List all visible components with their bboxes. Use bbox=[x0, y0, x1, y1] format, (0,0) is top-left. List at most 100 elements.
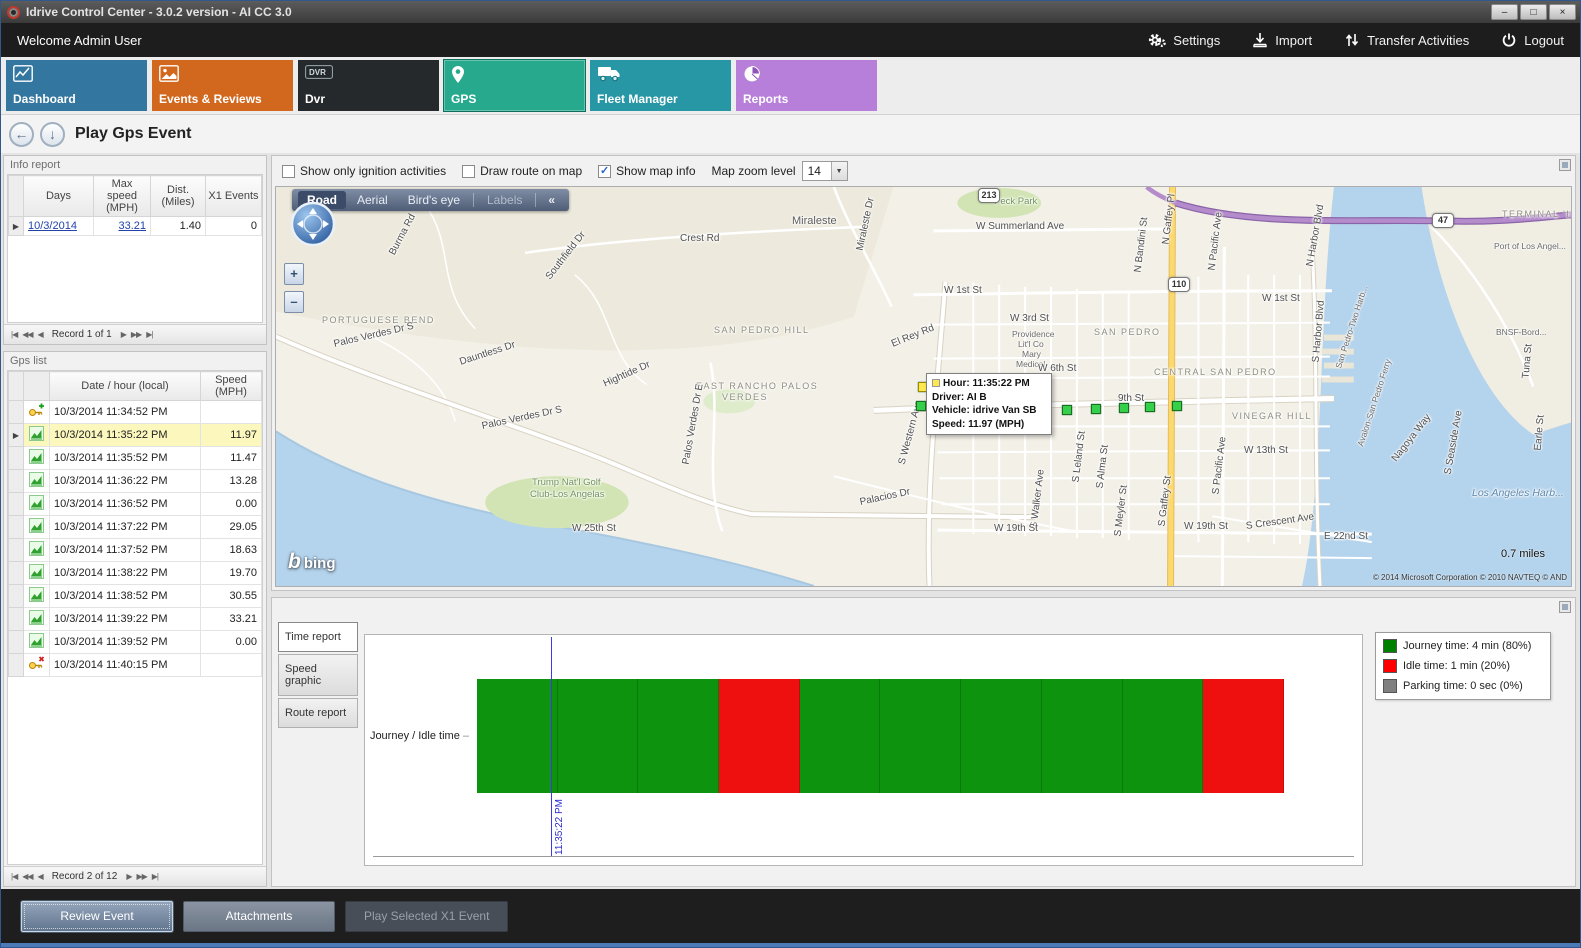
zoom-select[interactable]: 14 ▼ bbox=[802, 161, 848, 181]
cell-speed: 0.00 bbox=[201, 493, 262, 516]
row-selector bbox=[9, 516, 24, 539]
page-title: Play Gps Event bbox=[75, 125, 192, 143]
settings-label: Settings bbox=[1173, 33, 1220, 48]
info-pager-prev-button[interactable]: ◀ bbox=[38, 330, 43, 339]
gps-pager-first-button[interactable]: |◀ bbox=[11, 872, 17, 881]
table-row[interactable]: ▶10/3/201433.211.400 bbox=[9, 217, 262, 236]
gps-row[interactable]: 10/3/2014 11:40:15 PM bbox=[9, 654, 262, 677]
map-nav-collapse-button[interactable]: « bbox=[540, 191, 563, 209]
map-compass-control[interactable] bbox=[290, 201, 336, 247]
tab-label: Events & Reviews bbox=[159, 92, 262, 106]
cell-date: 10/3/2014 11:35:22 PM bbox=[50, 424, 201, 447]
days-link[interactable]: 10/3/2014 bbox=[28, 220, 77, 232]
attachments-button[interactable]: Attachments bbox=[183, 901, 335, 932]
ignition-off-icon bbox=[28, 662, 45, 674]
import-button[interactable]: Import bbox=[1252, 32, 1312, 48]
gps-row[interactable]: 10/3/2014 11:36:52 PM0.00 bbox=[9, 493, 262, 516]
cell-x1-events: 0 bbox=[206, 217, 262, 236]
cell-icon bbox=[24, 424, 50, 447]
bar-segment-journey bbox=[880, 679, 961, 793]
route-marker[interactable] bbox=[916, 401, 926, 411]
gps-row[interactable]: 10/3/2014 11:39:22 PM33.21 bbox=[9, 608, 262, 631]
map-style-labels[interactable]: Labels bbox=[478, 191, 531, 209]
power-icon bbox=[1501, 32, 1517, 48]
map-canvas[interactable]: MiralestePeck ParkW Summerland AveCrest … bbox=[275, 186, 1572, 587]
tab-fleet-manager[interactable]: Fleet Manager bbox=[590, 60, 731, 111]
gps-pager-next-button[interactable]: ▶ bbox=[126, 872, 131, 881]
legend-label: Idle time: 1 min (20%) bbox=[1403, 660, 1510, 672]
collapse-map-panel-button[interactable] bbox=[1559, 159, 1571, 171]
review-event-button[interactable]: Review Event bbox=[21, 901, 173, 932]
route-marker[interactable] bbox=[1062, 405, 1072, 415]
route-marker[interactable] bbox=[1145, 402, 1155, 412]
route-marker[interactable] bbox=[1091, 404, 1101, 414]
map-zoom-in-button[interactable]: + bbox=[284, 263, 304, 285]
import-icon bbox=[1252, 32, 1268, 48]
collapse-chart-panel-button[interactable] bbox=[1559, 601, 1571, 613]
gps-pager-prev-button[interactable]: ◀ bbox=[38, 872, 43, 881]
truck-icon bbox=[597, 65, 621, 87]
gps-pager-prev-page-button[interactable]: ◀◀ bbox=[22, 872, 32, 881]
transfer-activities-button[interactable]: Transfer Activities bbox=[1344, 32, 1469, 48]
tab-dvr[interactable]: DVRDvr bbox=[298, 60, 439, 111]
info-pager-first-button[interactable]: |◀ bbox=[11, 330, 17, 339]
tab-speed-graphic[interactable]: Speed graphic bbox=[278, 654, 358, 696]
route-marker[interactable] bbox=[1119, 403, 1129, 413]
route-marker[interactable] bbox=[1172, 401, 1182, 411]
show-only-ignition-activities-checkbox[interactable]: Show only ignition activities bbox=[282, 164, 446, 178]
info-pager-next-button[interactable]: ▶ bbox=[121, 330, 126, 339]
draw-route-on-map-checkbox[interactable]: Draw route on map bbox=[462, 164, 582, 178]
map-zoom-buttons: + – bbox=[284, 263, 304, 313]
tab-dashboard[interactable]: Dashboard bbox=[6, 60, 147, 111]
map-style-aerial[interactable]: Aerial bbox=[348, 191, 397, 209]
gps-row[interactable]: 10/3/2014 11:39:52 PM0.00 bbox=[9, 631, 262, 654]
gps-row[interactable]: 10/3/2014 11:38:52 PM30.55 bbox=[9, 585, 262, 608]
info-pager-next-page-button[interactable]: ▶▶ bbox=[131, 330, 141, 339]
gps-row[interactable]: 10/3/2014 11:37:22 PM29.05 bbox=[9, 516, 262, 539]
logout-button[interactable]: Logout bbox=[1501, 32, 1564, 48]
cell-date: 10/3/2014 11:38:22 PM bbox=[50, 562, 201, 585]
checkbox-box bbox=[462, 165, 475, 178]
info-pager-last-button[interactable]: ▶| bbox=[146, 330, 152, 339]
gps-row[interactable]: 10/3/2014 11:35:52 PM11.47 bbox=[9, 447, 262, 470]
close-button[interactable]: × bbox=[1549, 4, 1576, 20]
maximize-button[interactable]: □ bbox=[1520, 4, 1547, 20]
tab-time-report[interactable]: Time report bbox=[278, 622, 358, 652]
cell-icon bbox=[24, 585, 50, 608]
separator bbox=[535, 193, 536, 207]
gps-row[interactable]: 10/3/2014 11:37:52 PM18.63 bbox=[9, 539, 262, 562]
map-style-bird-s-eye[interactable]: Bird's eye bbox=[399, 191, 469, 209]
right-column: Show only ignition activities Draw route … bbox=[269, 153, 1580, 889]
tab-gps[interactable]: GPS bbox=[444, 60, 585, 111]
info-pager-prev-page-button[interactable]: ◀◀ bbox=[22, 330, 32, 339]
gps-list-pager: |◀◀◀◀Record 2 of 12▶▶▶▶| bbox=[4, 866, 266, 886]
down-button[interactable]: ↓ bbox=[40, 122, 65, 147]
gps-pager-next-page-button[interactable]: ▶▶ bbox=[136, 872, 146, 881]
minimize-button[interactable]: – bbox=[1491, 4, 1518, 20]
map-zoom-out-button[interactable]: – bbox=[284, 291, 304, 313]
max-speed-link[interactable]: 33.21 bbox=[118, 220, 146, 232]
back-button[interactable]: ← bbox=[9, 122, 34, 147]
gps-list-title: Gps list bbox=[10, 355, 47, 367]
tab-events-reviews[interactable]: Events & Reviews bbox=[152, 60, 293, 111]
tab-reports[interactable]: Reports bbox=[736, 60, 877, 111]
gps-row[interactable]: 10/3/2014 11:38:22 PM19.70 bbox=[9, 562, 262, 585]
gps-row[interactable]: ▶10/3/2014 11:35:22 PM11.97 bbox=[9, 424, 262, 447]
gps-point-icon bbox=[29, 547, 44, 559]
cell-date: 10/3/2014 11:38:52 PM bbox=[50, 585, 201, 608]
cell-speed: 29.05 bbox=[201, 516, 262, 539]
settings-button[interactable]: Settings bbox=[1148, 32, 1220, 48]
gps-row[interactable]: 10/3/2014 11:34:52 PM bbox=[9, 401, 262, 424]
gps-pager-last-button[interactable]: ▶| bbox=[152, 872, 158, 881]
chart-y-label: Journey / Idle time bbox=[369, 730, 469, 742]
row-selector bbox=[9, 539, 24, 562]
bar-segment-journey bbox=[1042, 679, 1123, 793]
info-report-panel: Info report DaysMax speed (MPH)Dist. (Mi… bbox=[3, 155, 267, 345]
transfer-activities-label: Transfer Activities bbox=[1367, 33, 1469, 48]
gps-row[interactable]: 10/3/2014 11:36:22 PM13.28 bbox=[9, 470, 262, 493]
bing-b-icon: b bbox=[288, 550, 301, 574]
tab-route-report[interactable]: Route report bbox=[278, 698, 358, 728]
show-map-info-checkbox[interactable]: ✓Show map info bbox=[598, 164, 695, 178]
legend-item: Parking time: 0 sec (0%) bbox=[1383, 679, 1543, 693]
chevron-down-icon[interactable]: ▼ bbox=[831, 162, 847, 180]
